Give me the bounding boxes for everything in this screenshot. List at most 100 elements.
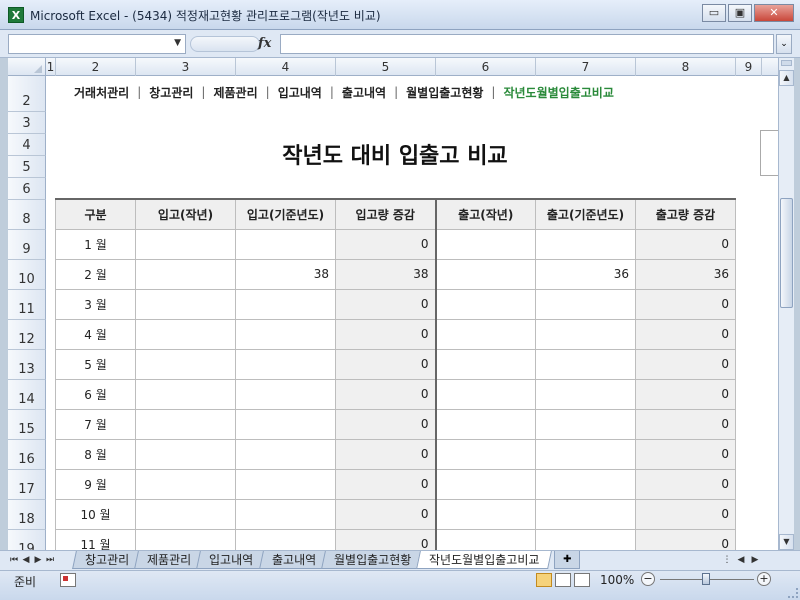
split-box[interactable] (781, 60, 792, 66)
month-cell[interactable]: 6 월 (55, 378, 136, 410)
out-cur-cell[interactable] (535, 528, 636, 550)
out-prev-cell[interactable] (434, 438, 536, 470)
formula-input[interactable] (280, 34, 774, 54)
in-cur-cell[interactable]: 38 (235, 258, 336, 290)
out-cur-cell[interactable] (535, 408, 636, 440)
in-diff-cell[interactable]: 0 (335, 468, 436, 500)
zoom-level[interactable]: 100% (600, 573, 634, 587)
in-prev-cell[interactable] (135, 438, 236, 470)
nav-link-warehouses[interactable]: 창고관리 (143, 84, 199, 101)
out-diff-cell[interactable]: 0 (635, 498, 736, 530)
worksheet-grid[interactable]: 1 2 3 4 5 6 7 8 9 2 3 4 5 6 8 9 10 11 12… (8, 58, 778, 550)
row-header[interactable]: 4 (8, 134, 46, 156)
row-header[interactable]: 8 (8, 200, 46, 230)
in-diff-cell[interactable]: 0 (335, 498, 436, 530)
in-cur-cell[interactable] (235, 228, 336, 260)
out-cur-cell[interactable] (535, 228, 636, 260)
column-header[interactable]: 5 (336, 58, 436, 76)
out-diff-cell[interactable]: 0 (635, 288, 736, 320)
zoom-in-button[interactable]: + (757, 572, 771, 586)
out-prev-cell[interactable] (434, 348, 536, 380)
first-sheet-icon[interactable]: ⏮ (8, 553, 20, 567)
sheet-tab-warehouses[interactable]: 창고관리 (72, 551, 143, 569)
page-layout-view-icon[interactable] (555, 573, 571, 587)
in-cur-cell[interactable] (235, 408, 336, 440)
out-prev-cell[interactable] (434, 258, 536, 290)
last-sheet-icon[interactable]: ⏭ (44, 553, 56, 567)
resize-grip-icon[interactable] (788, 588, 798, 598)
header-category[interactable]: 구분 (55, 198, 136, 230)
out-diff-cell[interactable]: 0 (635, 528, 736, 550)
in-prev-cell[interactable] (135, 258, 236, 290)
out-prev-cell[interactable] (434, 228, 536, 260)
column-header[interactable]: 1 (46, 58, 56, 76)
out-diff-cell[interactable]: 0 (635, 468, 736, 500)
in-cur-cell[interactable] (235, 528, 336, 550)
header-in-cur[interactable]: 입고(기준년도) (235, 198, 336, 230)
column-header[interactable]: 9 (736, 58, 762, 76)
month-cell[interactable]: 10 월 (55, 498, 136, 530)
zoom-slider-thumb[interactable] (702, 573, 710, 585)
row-header[interactable]: 13 (8, 350, 46, 380)
out-prev-cell[interactable] (434, 408, 536, 440)
row-header[interactable]: 6 (8, 178, 46, 200)
out-cur-cell[interactable] (535, 468, 636, 500)
month-cell[interactable]: 8 월 (55, 438, 136, 470)
scroll-left-icon[interactable]: ◀ (734, 553, 748, 567)
nav-link-monthly-status[interactable]: 월별입출고현황 (400, 84, 489, 101)
sheet-tab-inbound[interactable]: 입고내역 (196, 551, 267, 569)
in-diff-cell[interactable]: 0 (335, 288, 436, 320)
header-out-cur[interactable]: 출고(기준년도) (535, 198, 636, 230)
in-diff-cell[interactable]: 0 (335, 348, 436, 380)
in-prev-cell[interactable] (135, 528, 236, 550)
in-cur-cell[interactable] (235, 318, 336, 350)
zoom-out-button[interactable]: − (641, 572, 655, 586)
column-header[interactable]: 3 (136, 58, 236, 76)
out-cur-cell[interactable] (535, 288, 636, 320)
in-diff-cell[interactable]: 0 (335, 378, 436, 410)
sheet-tab-outbound[interactable]: 출고내역 (258, 551, 329, 569)
out-prev-cell[interactable] (434, 288, 536, 320)
in-diff-cell[interactable]: 0 (335, 318, 436, 350)
out-cur-cell[interactable] (535, 318, 636, 350)
column-header[interactable]: 8 (636, 58, 736, 76)
in-cur-cell[interactable] (235, 348, 336, 380)
in-prev-cell[interactable] (135, 408, 236, 440)
month-cell[interactable]: 11 월 (55, 528, 136, 550)
chevron-down-icon[interactable]: ▼ (174, 38, 181, 48)
out-prev-cell[interactable] (434, 318, 536, 350)
out-prev-cell[interactable] (434, 468, 536, 500)
sheet-tab-products[interactable]: 제품관리 (134, 551, 205, 569)
nav-link-clients[interactable]: 거래처관리 (68, 84, 135, 101)
row-header[interactable]: 10 (8, 260, 46, 290)
out-cur-cell[interactable] (535, 438, 636, 470)
in-prev-cell[interactable] (135, 498, 236, 530)
insert-function-icon[interactable]: fx (258, 36, 271, 51)
row-header[interactable]: 15 (8, 410, 46, 440)
row-header[interactable]: 5 (8, 156, 46, 178)
header-in-prev[interactable]: 입고(작년) (135, 198, 236, 230)
row-header[interactable]: 2 (8, 76, 46, 112)
close-button[interactable]: ✕ (754, 4, 794, 22)
restore-button[interactable]: ▣ (728, 4, 752, 22)
in-diff-cell[interactable]: 0 (335, 438, 436, 470)
nav-link-yearly-comparison[interactable]: 작년도월별입출고비교 (497, 84, 619, 101)
in-cur-cell[interactable] (235, 468, 336, 500)
out-prev-cell[interactable] (434, 528, 536, 550)
in-cur-cell[interactable] (235, 288, 336, 320)
in-cur-cell[interactable] (235, 498, 336, 530)
month-cell[interactable]: 2 월 (55, 258, 136, 290)
row-header[interactable]: 16 (8, 440, 46, 470)
out-cur-cell[interactable] (535, 498, 636, 530)
out-diff-cell[interactable]: 0 (635, 408, 736, 440)
sheet-tab-yearly-comparison[interactable]: 작년도월별입출고비교 (416, 551, 553, 569)
out-diff-cell[interactable]: 0 (635, 348, 736, 380)
prev-sheet-icon[interactable]: ◀ (20, 553, 32, 567)
nav-link-products[interactable]: 제품관리 (207, 84, 263, 101)
out-cur-cell[interactable] (535, 348, 636, 380)
row-header[interactable]: 12 (8, 320, 46, 350)
formula-bar-splitter[interactable] (190, 36, 260, 52)
expand-formula-bar-button[interactable]: ⌄ (776, 34, 792, 54)
column-header[interactable]: 4 (236, 58, 336, 76)
month-cell[interactable]: 5 월 (55, 348, 136, 380)
